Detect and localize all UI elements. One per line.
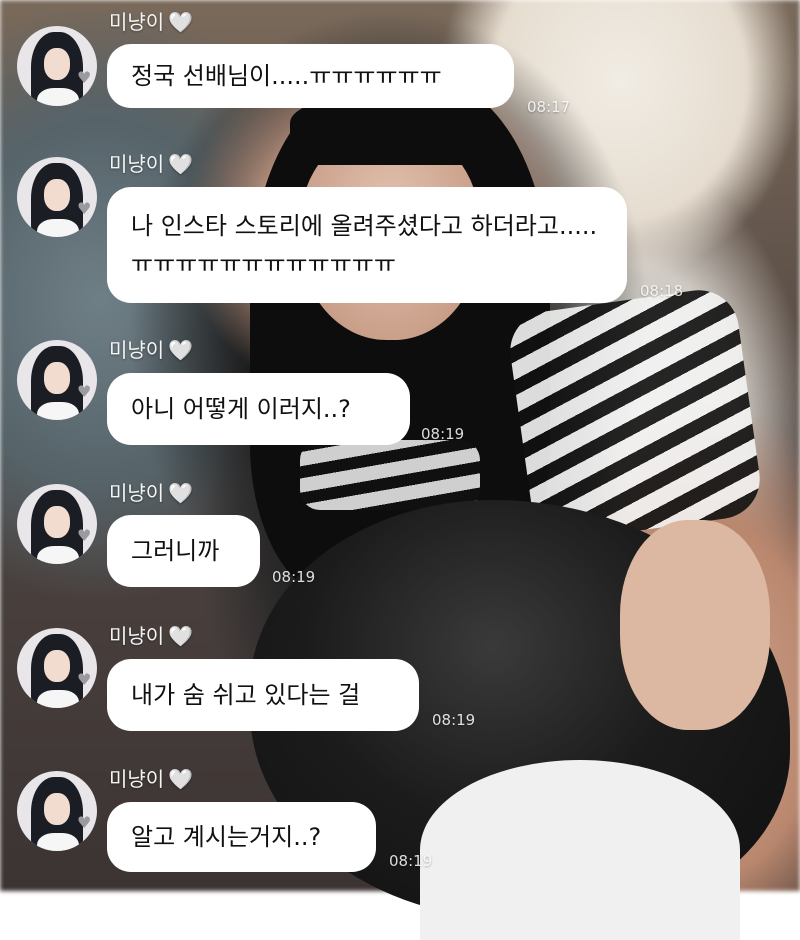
sender-name-text: 미냥이 (109, 152, 165, 176)
avatar[interactable]: ♥ (17, 484, 97, 564)
avatar-shirt (37, 833, 79, 851)
heart-icon: ♥ (77, 68, 92, 87)
sender-name: 미냥이 🤍 (109, 334, 193, 363)
message-time: 08:18 (640, 282, 684, 300)
avatar[interactable]: ♥ (17, 340, 97, 420)
avatar-face (44, 793, 70, 825)
avatar-face (44, 48, 70, 80)
message-bubble[interactable]: 정국 선배님이.....ㅠㅠㅠㅠㅠㅠ (107, 44, 514, 108)
sender-name: 미냥이 🤍 (109, 6, 193, 35)
avatar[interactable]: ♥ (17, 628, 97, 708)
sender-name-text: 미냥이 (109, 624, 165, 648)
message-time: 08:19 (272, 568, 316, 586)
heart-icon: ♥ (77, 382, 92, 401)
message-time: 08:19 (432, 711, 476, 729)
white-heart-icon: 🤍 (168, 152, 194, 176)
sender-name-text: 미냥이 (109, 767, 165, 791)
chat-thread[interactable]: ♥ 미냥이 🤍 정국 선배님이.....ㅠㅠㅠㅠㅠㅠ 08:17 ♥ 미냥이 🤍 나… (0, 0, 800, 891)
white-heart-icon: 🤍 (168, 10, 194, 34)
avatar[interactable]: ♥ (17, 26, 97, 106)
white-heart-icon: 🤍 (168, 338, 194, 362)
avatar-shirt (37, 402, 79, 420)
message-time: 08:17 (527, 98, 571, 116)
heart-icon: ♥ (77, 199, 92, 218)
sender-name-text: 미냥이 (109, 481, 165, 505)
avatar-face (44, 650, 70, 682)
sender-name: 미냥이 🤍 (109, 620, 193, 649)
heart-icon: ♥ (77, 813, 92, 832)
sender-name: 미냥이 🤍 (109, 477, 193, 506)
avatar-shirt (37, 690, 79, 708)
white-heart-icon: 🤍 (168, 624, 194, 648)
message-time: 08:19 (389, 852, 433, 870)
sender-name: 미냥이 🤍 (109, 763, 193, 792)
message-bubble[interactable]: 그러니까 (107, 515, 260, 587)
avatar-face (44, 179, 70, 211)
avatar-shirt (37, 546, 79, 564)
message-bubble[interactable]: 나 인스타 스토리에 올려주셨다고 하더라고.....ㅠㅠㅠㅠㅠㅠㅠㅠㅠㅠㅠㅠ (107, 187, 627, 303)
message-bubble[interactable]: 알고 계시는거지..? (107, 802, 376, 872)
avatar-shirt (37, 88, 79, 106)
avatar-face (44, 506, 70, 538)
white-heart-icon: 🤍 (168, 481, 194, 505)
message-time: 08:19 (421, 425, 465, 443)
sender-name: 미냥이 🤍 (109, 148, 193, 177)
message-bubble[interactable]: 아니 어떻게 이러지..? (107, 373, 410, 445)
sender-name-text: 미냥이 (109, 338, 165, 362)
white-heart-icon: 🤍 (168, 767, 194, 791)
heart-icon: ♥ (77, 526, 92, 545)
avatar[interactable]: ♥ (17, 157, 97, 237)
sender-name-text: 미냥이 (109, 10, 165, 34)
avatar-shirt (37, 219, 79, 237)
avatar[interactable]: ♥ (17, 771, 97, 851)
avatar-face (44, 362, 70, 394)
message-bubble[interactable]: 내가 숨 쉬고 있다는 걸 (107, 659, 419, 731)
heart-icon: ♥ (77, 670, 92, 689)
